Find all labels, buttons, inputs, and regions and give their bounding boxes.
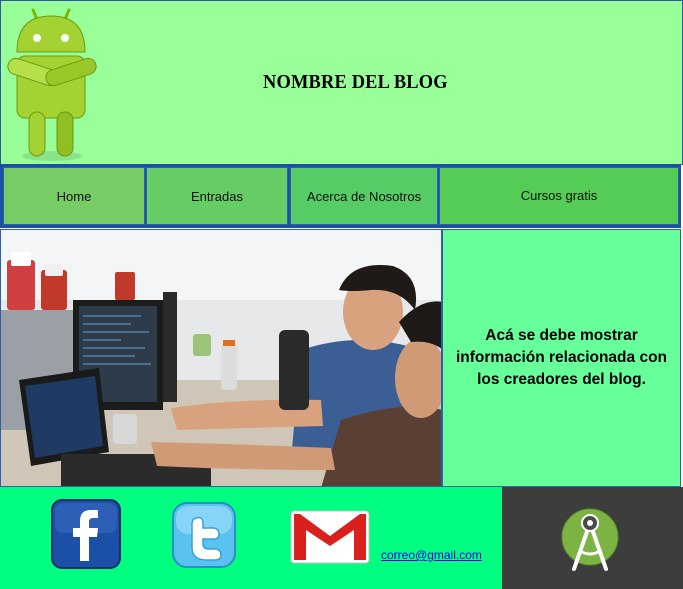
android-studio-icon: [561, 508, 619, 571]
creators-info-text: Acá se debe mostrar información relacion…: [455, 327, 668, 388]
nav-item-acerca[interactable]: Acerca de Nosotros: [290, 167, 438, 225]
creators-info-panel: Acá se debe mostrar información relacion…: [442, 229, 681, 487]
nav-item-home[interactable]: Home: [3, 167, 145, 225]
nav-item-entradas[interactable]: Entradas: [146, 167, 288, 225]
blog-header: NOMBRE DEL BLOG: [0, 0, 683, 165]
nav-item-cursos[interactable]: Cursos gratis: [439, 167, 679, 225]
email-link[interactable]: correo@gmail.com: [381, 548, 482, 562]
gmail-icon[interactable]: [290, 510, 370, 564]
android-robot-icon: [7, 8, 97, 161]
blog-title: NOMBRE DEL BLOG: [263, 71, 448, 93]
footer-dark-panel: [502, 487, 683, 589]
twitter-icon[interactable]: [172, 502, 236, 568]
main-nav: Home Entradas Acerca de Nosotros Cursos …: [0, 164, 681, 228]
developers-photo: [1, 230, 441, 486]
hero-photo: [0, 229, 442, 487]
facebook-icon[interactable]: [51, 499, 121, 569]
